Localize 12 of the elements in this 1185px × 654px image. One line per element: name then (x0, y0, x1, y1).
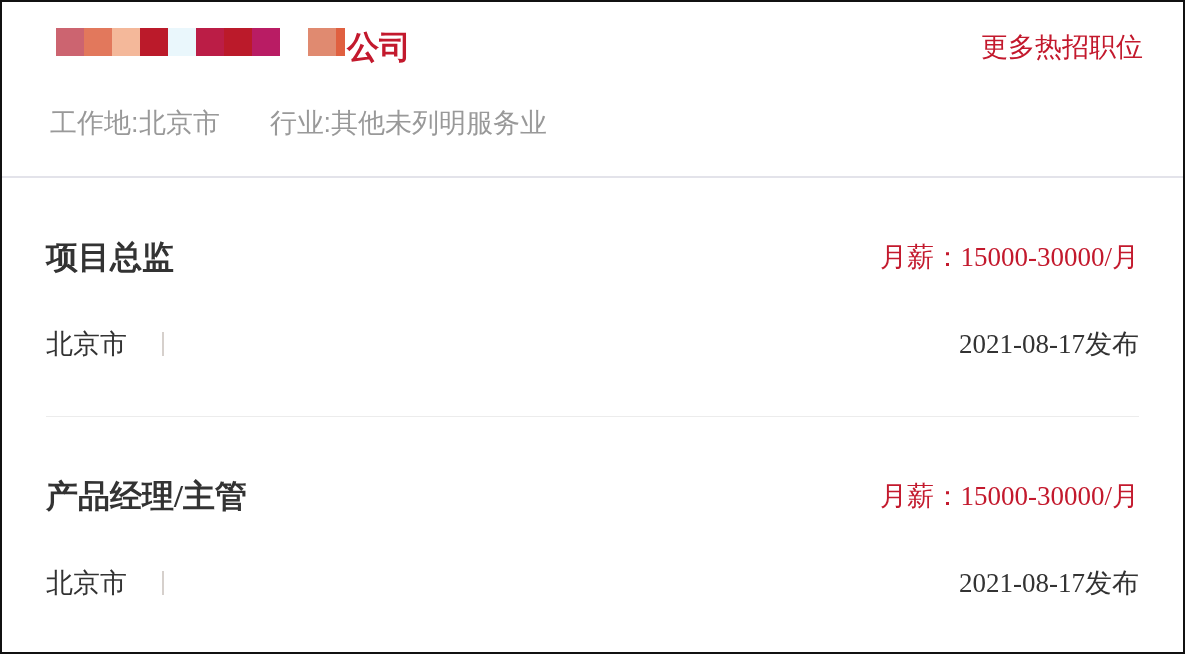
industry: 行业:其他未列明服务业 (269, 107, 548, 140)
salary: 月薪：15000-30000/月 (879, 241, 1139, 274)
job-title[interactable]: 产品经理/主管 (46, 476, 247, 516)
job-title[interactable]: 项目总监 (46, 237, 174, 277)
post-date: 2021-08-17发布 (959, 328, 1139, 361)
work-location: 工作地:北京市 (50, 107, 220, 140)
job-location: 北京市 (46, 328, 127, 361)
salary: 月薪：15000-30000/月 (879, 480, 1139, 513)
company-name: 公司 (347, 28, 411, 67)
more-jobs-link[interactable]: 更多热招职位 (981, 27, 1143, 67)
job-location: 北京市 (46, 567, 127, 600)
post-date: 2021-08-17发布 (959, 567, 1139, 600)
